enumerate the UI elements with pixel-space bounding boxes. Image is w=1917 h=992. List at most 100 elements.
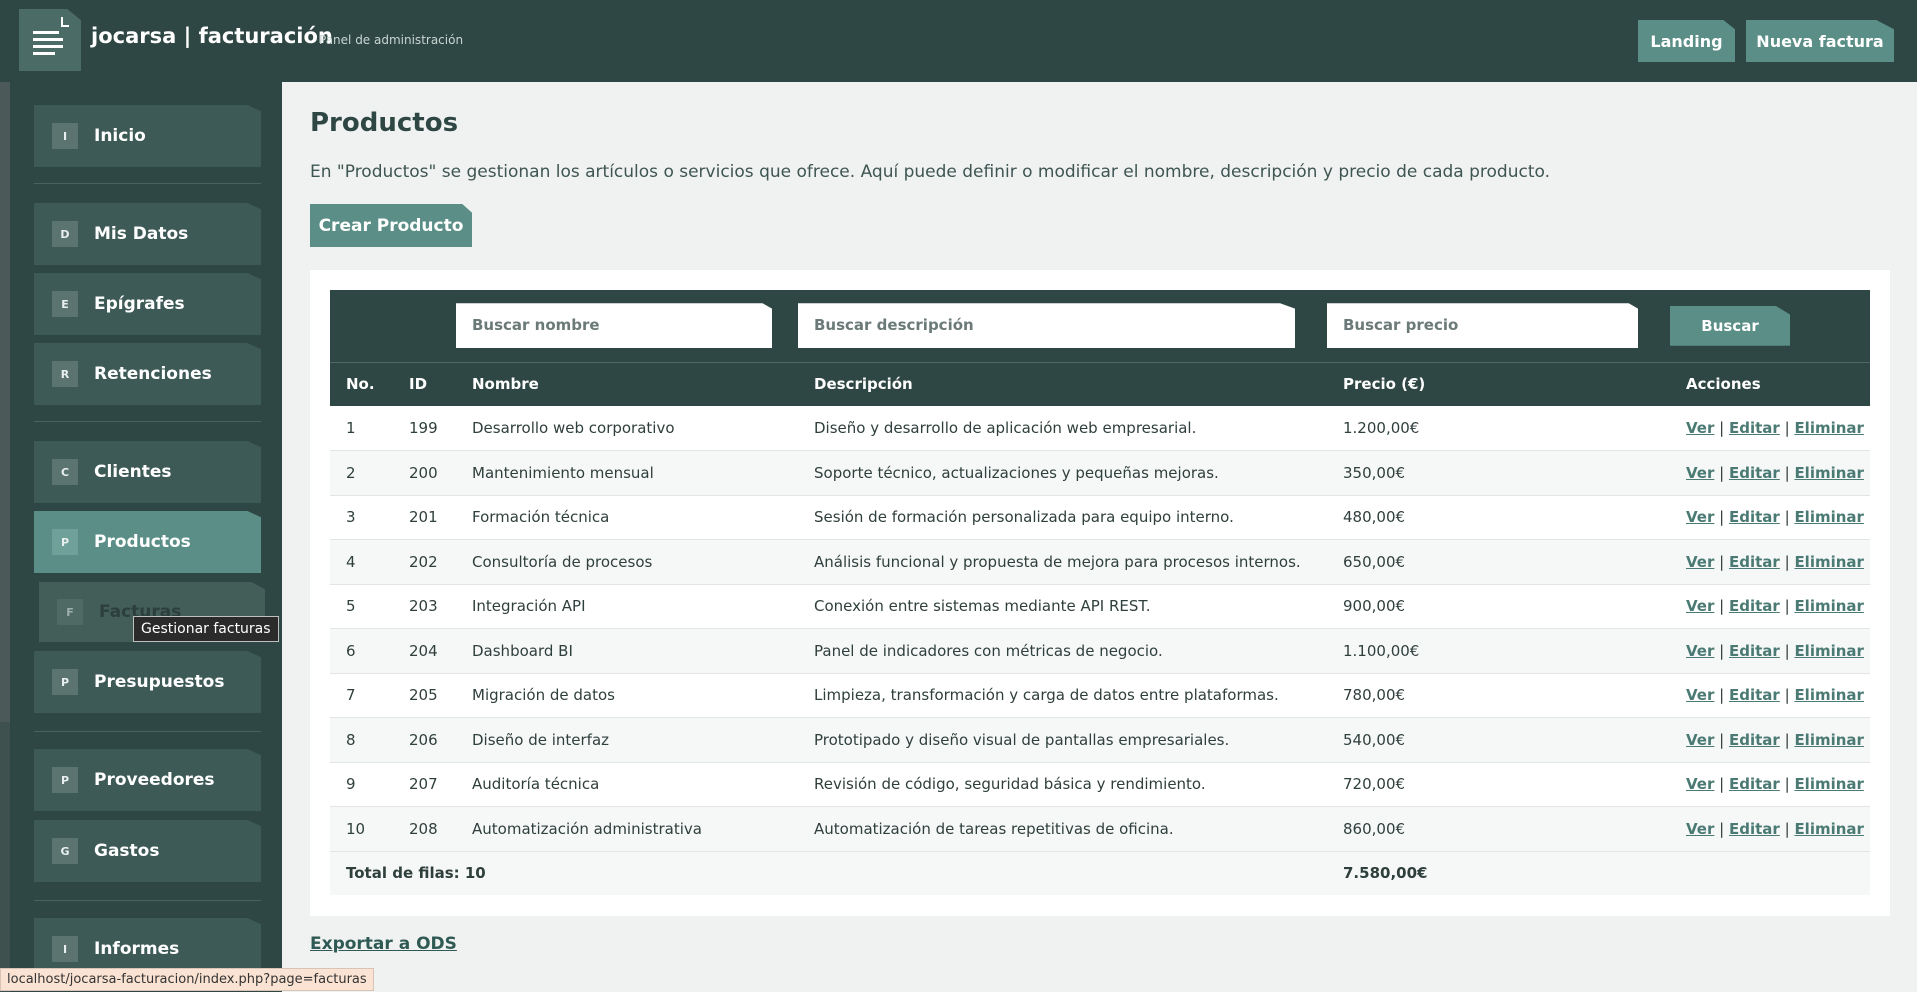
search-button[interactable]: Buscar [1670, 305, 1790, 346]
menu-icon[interactable] [19, 9, 81, 71]
action-separator: | [1784, 508, 1790, 527]
row-description: Revisión de código, seguridad básica y r… [798, 762, 1327, 807]
sidebar-item-retenciones[interactable]: R Retenciones [34, 343, 261, 405]
sidebar-divider [34, 731, 261, 732]
action-separator: | [1719, 730, 1725, 749]
presupuestos-icon: P [52, 669, 78, 695]
mis-datos-icon: D [52, 221, 78, 247]
view-link[interactable]: Ver [1686, 553, 1714, 571]
search-name-input[interactable]: Buscar nombre [456, 303, 772, 349]
delete-link[interactable]: Eliminar [1794, 464, 1864, 482]
view-link[interactable]: Ver [1686, 464, 1714, 482]
column-header: Precio (€) [1327, 361, 1670, 406]
edit-link[interactable]: Editar [1729, 775, 1780, 793]
delete-link[interactable]: Eliminar [1794, 553, 1864, 571]
clientes-icon: C [52, 459, 78, 485]
action-separator: | [1719, 775, 1725, 794]
sidebar-item-productos[interactable]: P Productos [34, 511, 261, 573]
edit-link[interactable]: Editar [1729, 686, 1780, 704]
row-id: 207 [393, 762, 456, 807]
row-name: Dashboard BI [456, 628, 798, 674]
view-link[interactable]: Ver [1686, 642, 1714, 660]
sidebar-item-clientes[interactable]: C Clientes [34, 441, 261, 503]
action-separator: | [1784, 419, 1790, 437]
sidebar-item-label: Informes [94, 939, 180, 959]
edit-link[interactable]: Editar [1729, 508, 1780, 526]
tooltip: Gestionar facturas [133, 616, 279, 642]
create-product-button[interactable]: Crear Producto [310, 204, 472, 247]
sidebar-item-gastos[interactable]: G Gastos [34, 820, 261, 882]
row-actions: Ver | Editar | Eliminar [1670, 584, 1870, 629]
row-number: 4 [330, 539, 393, 585]
sidebar-item-presupuestos[interactable]: P Presupuestos [34, 651, 261, 713]
delete-link[interactable]: Eliminar [1794, 642, 1864, 660]
row-actions: Ver | Editar | Eliminar [1670, 539, 1870, 585]
proveedores-icon: P [52, 767, 78, 793]
informes-icon: I [52, 936, 78, 962]
sidebar-item-label: Productos [94, 532, 191, 552]
app-title: jocarsa | facturación [91, 24, 333, 48]
edit-link[interactable]: Editar [1729, 553, 1780, 571]
row-description: Automatización de tareas repetitivas de … [798, 806, 1327, 852]
view-link[interactable]: Ver [1686, 775, 1714, 793]
view-link[interactable]: Ver [1686, 731, 1714, 749]
sidebar-item-proveedores[interactable]: P Proveedores [34, 749, 261, 811]
row-description: Soporte técnico, actualizaciones y peque… [798, 450, 1327, 496]
filter-spacer [393, 290, 456, 362]
export-ods-link[interactable]: Exportar a ODS [310, 934, 457, 954]
view-link[interactable]: Ver [1686, 597, 1714, 615]
delete-link[interactable]: Eliminar [1794, 686, 1864, 704]
sidebar-item-epigrafes[interactable]: E Epígrafes [34, 273, 261, 335]
action-separator: | [1784, 597, 1790, 616]
landing-button[interactable]: Landing [1638, 20, 1735, 62]
row-number: 7 [330, 673, 393, 718]
sidebar-item-inicio[interactable]: I Inicio [34, 105, 261, 167]
row-name: Consultoría de procesos [456, 539, 798, 585]
action-separator: | [1784, 819, 1790, 838]
row-name: Desarrollo web corporativo [456, 406, 798, 451]
action-separator: | [1719, 508, 1725, 527]
delete-link[interactable]: Eliminar [1794, 820, 1864, 838]
view-link[interactable]: Ver [1686, 686, 1714, 704]
row-name: Integración API [456, 584, 798, 629]
action-separator: | [1784, 641, 1790, 660]
productos-icon: P [52, 529, 78, 555]
delete-link[interactable]: Eliminar [1794, 775, 1864, 793]
edit-link[interactable]: Editar [1729, 464, 1780, 482]
row-description: Sesión de formación personalizada para e… [798, 495, 1327, 540]
edit-link[interactable]: Editar [1729, 597, 1780, 615]
row-price: 900,00€ [1327, 584, 1670, 629]
table-row: 4 202 Consultoría de procesos Análisis func… [330, 539, 1870, 585]
column-header: Descripción [798, 361, 1327, 406]
sidebar-item-mis-datos[interactable]: D Mis Datos [34, 203, 261, 265]
edit-link[interactable]: Editar [1729, 820, 1780, 838]
epigrafes-icon: E [52, 291, 78, 317]
table-row: 6 204 Dashboard BI Panel de indicadores con… [330, 628, 1870, 674]
retenciones-icon: R [52, 361, 78, 387]
row-description: Diseño y desarrollo de aplicación web em… [798, 406, 1327, 451]
sidebar-item-label: Mis Datos [94, 224, 189, 244]
row-name: Mantenimiento mensual [456, 450, 798, 496]
delete-link[interactable]: Eliminar [1794, 731, 1864, 749]
delete-link[interactable]: Eliminar [1794, 419, 1864, 437]
view-link[interactable]: Ver [1686, 419, 1714, 437]
search-price-input[interactable]: Buscar precio [1327, 303, 1638, 349]
view-link[interactable]: Ver [1686, 820, 1714, 838]
filter-spacer [330, 290, 393, 362]
action-separator: | [1719, 686, 1725, 705]
search-description-input[interactable]: Buscar descripción [798, 303, 1295, 349]
edit-link[interactable]: Editar [1729, 642, 1780, 660]
row-description: Prototipado y diseño visual de pantallas… [798, 717, 1327, 763]
column-header: Nombre [456, 361, 798, 406]
row-actions: Ver | Editar | Eliminar [1670, 406, 1870, 451]
page-description: En "Productos" se gestionan los artículo… [310, 162, 1550, 182]
row-description: Conexión entre sistemas mediante API RES… [798, 584, 1327, 629]
delete-link[interactable]: Eliminar [1794, 597, 1864, 615]
edit-link[interactable]: Editar [1729, 731, 1780, 749]
row-price: 860,00€ [1327, 806, 1670, 852]
new-invoice-button[interactable]: Nueva factura [1746, 20, 1894, 62]
delete-link[interactable]: Eliminar [1794, 508, 1864, 526]
total-spacer [1670, 851, 1870, 895]
view-link[interactable]: Ver [1686, 508, 1714, 526]
edit-link[interactable]: Editar [1729, 419, 1780, 437]
